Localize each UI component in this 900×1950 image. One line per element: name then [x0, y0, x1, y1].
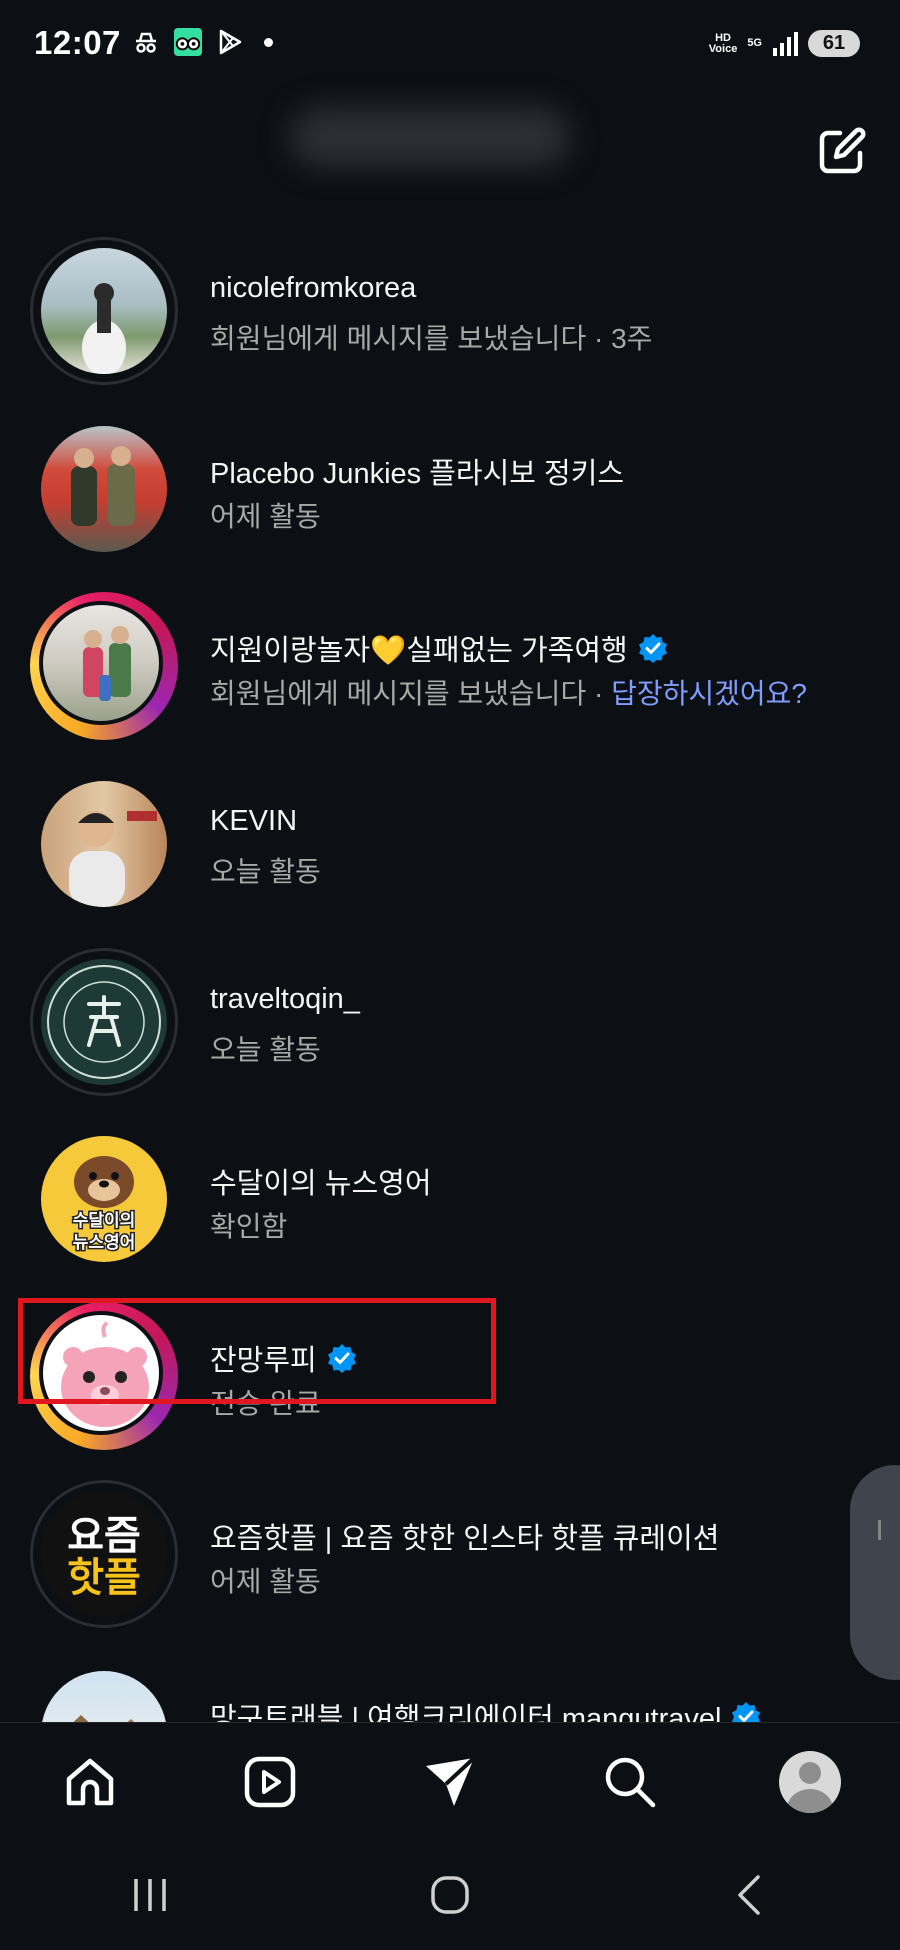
- reels-icon: [244, 1756, 296, 1807]
- system-nav-bar: [0, 1840, 900, 1950]
- thread-subtitle: 오늘 활동: [210, 1034, 321, 1065]
- avatar[interactable]: [30, 237, 178, 385]
- nav-search[interactable]: [595, 1747, 665, 1817]
- search-icon: [605, 1757, 656, 1807]
- avatar[interactable]: [30, 415, 178, 563]
- new-message-button[interactable]: [814, 123, 870, 179]
- svg-text:요즘: 요즘: [67, 1513, 141, 1559]
- avatar[interactable]: [30, 770, 178, 918]
- thread-subtitle: 어제 활동: [210, 501, 321, 532]
- verified-badge-icon: [638, 634, 667, 663]
- thread-name: Placebo Junkies 플라시보 정키스: [210, 458, 625, 490]
- bottom-nav: [0, 1722, 900, 1840]
- thread-row[interactable]: Placebo Junkies 플라시보 정키스 어제 활동: [0, 395, 900, 565]
- thread-row[interactable]: 요즘 핫플 요즘핫플 | 요즘 핫한 인스타 핫플 큐레이션 어제 활동: [0, 1460, 900, 1630]
- thread-name: 수달이의 뉴스영어: [210, 1168, 432, 1200]
- thread-name: 망구트래블 | 여행크리에이터 mangutravel: [210, 1695, 761, 1722]
- status-time: 12:07: [34, 24, 121, 61]
- svg-text:뉴스영어: 뉴스영어: [73, 1233, 136, 1253]
- thread-subtitle: 회원님에게 메시지를 보냈습니다 · 3주: [210, 323, 653, 354]
- system-status: HD Voice 5G 61: [709, 30, 860, 57]
- edit-square-icon: [819, 127, 866, 174]
- avatar-with-story[interactable]: [30, 592, 178, 740]
- tripadvisor-icon: [174, 28, 202, 56]
- recent-apps-icon: [134, 1879, 166, 1911]
- thread-name: KEVIN: [210, 805, 298, 837]
- thread-subtitle: 회원님에게 메시지를 보냈습니다 · 답장하시겠어요?: [210, 678, 807, 709]
- home-circle-icon: [431, 1876, 469, 1914]
- messages-header: username: [0, 95, 900, 205]
- thread-subtitle: 어제 활동: [210, 1566, 321, 1597]
- recent-apps-button[interactable]: [110, 1855, 190, 1935]
- account-title-blurred[interactable]: username: [290, 107, 570, 167]
- reply-prompt-link[interactable]: 답장하시겠어요?: [611, 678, 807, 709]
- thread-subtitle: 오늘 활동: [210, 856, 321, 887]
- thread-name: nicolefromkorea: [210, 272, 417, 304]
- incognito-icon: [132, 28, 160, 56]
- highlight-box: [18, 1298, 496, 1404]
- svg-text:핫플: 핫플: [67, 1555, 141, 1601]
- profile-avatar: [779, 1750, 841, 1813]
- home-icon: [66, 1758, 114, 1805]
- paper-plane-icon: [426, 1756, 476, 1806]
- nav-profile[interactable]: [775, 1747, 845, 1817]
- back-chevron-icon: [738, 1875, 760, 1915]
- verified-badge-icon: [732, 1702, 761, 1722]
- thread-name: 요즘핫플 | 요즘 핫한 인스타 핫플 큐레이션: [210, 1523, 720, 1555]
- battery-indicator: 61: [808, 30, 860, 57]
- play-store-icon: [216, 28, 244, 56]
- nav-direct[interactable]: [415, 1747, 485, 1817]
- more-notifications-dot: [264, 37, 273, 47]
- thread-subtitle: 확인함: [210, 1211, 288, 1242]
- svg-text:수달이의: 수달이의: [73, 1210, 136, 1231]
- thread-row[interactable]: KEVIN 오늘 활동: [0, 750, 900, 920]
- thread-row[interactable]: 지원이랑놀자💛실패없는 가족여행 회원님에게 메시지를 보냈습니다 · 답장하시…: [0, 572, 900, 742]
- avatar[interactable]: [30, 1660, 178, 1722]
- home-button[interactable]: [410, 1855, 490, 1935]
- network-5g-icon: 5G: [747, 37, 762, 49]
- thread-name: 지원이랑놀자💛실패없는 가족여행: [210, 627, 668, 669]
- thread-row[interactable]: nicolefromkorea 회원님에게 메시지를 보냈습니다 · 3주: [0, 217, 900, 387]
- edge-panel-handle[interactable]: [850, 1465, 900, 1680]
- status-bar: 12:07 HD Voice 5G 61: [0, 0, 900, 95]
- thread-row[interactable]: 수달이의 뉴스영어 수달이의 뉴스영어 확인함: [0, 1105, 900, 1275]
- thread-row[interactable]: 망구트래블 | 여행크리에이터 mangutravel: [0, 1640, 900, 1722]
- back-button[interactable]: [710, 1855, 790, 1935]
- nav-reels[interactable]: [235, 1747, 305, 1817]
- signal-icon: [773, 31, 798, 56]
- thread-name: traveltoqin_: [210, 983, 360, 1015]
- thread-row[interactable]: traveltoqin_ 오늘 활동: [0, 928, 900, 1098]
- avatar[interactable]: 수달이의 뉴스영어: [30, 1125, 178, 1273]
- hd-voice-icon: HD Voice: [708, 31, 738, 55]
- notification-icons: [132, 28, 273, 56]
- avatar[interactable]: 요즘 핫플: [30, 1480, 178, 1628]
- avatar[interactable]: [30, 948, 178, 1096]
- nav-home[interactable]: [55, 1747, 125, 1817]
